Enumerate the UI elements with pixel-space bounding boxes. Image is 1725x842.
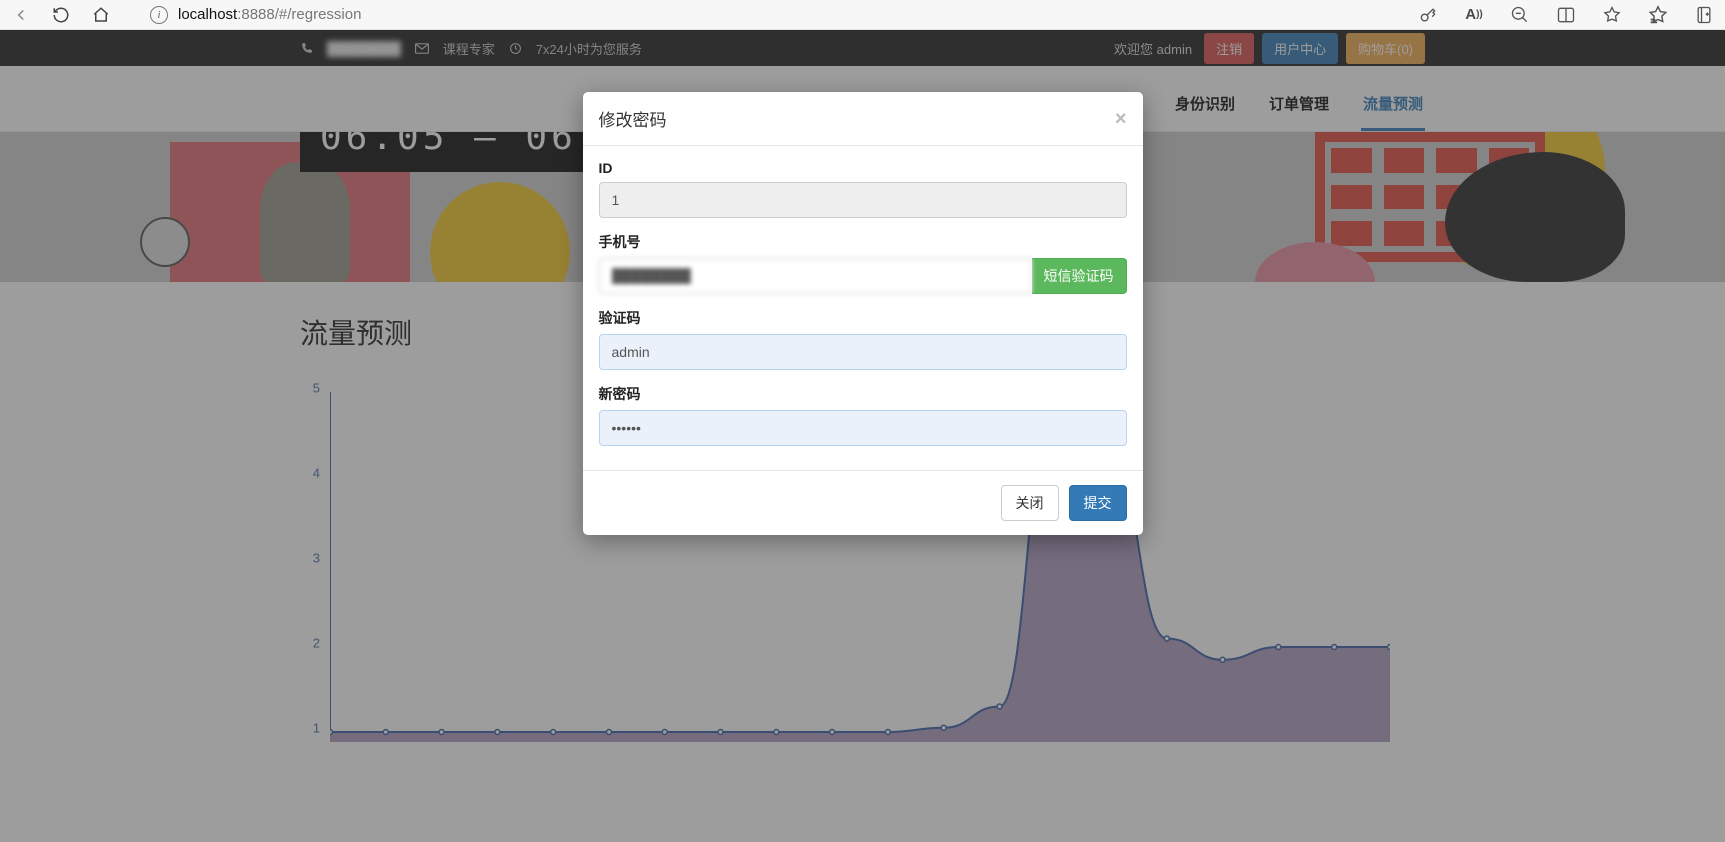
home-button[interactable] (90, 4, 112, 26)
change-password-modal: 修改密码 × ID 手机号 短信验证码 验证码 新密码 (583, 92, 1143, 535)
new-password-field[interactable] (599, 410, 1127, 446)
id-field (599, 182, 1127, 218)
key-icon[interactable] (1417, 4, 1439, 26)
favorite-icon[interactable] (1601, 4, 1623, 26)
close-button[interactable]: 关闭 (1001, 485, 1059, 521)
browser-right-icons: A)) (1417, 4, 1715, 26)
sms-code-button[interactable]: 短信验证码 (1032, 258, 1127, 294)
submit-button[interactable]: 提交 (1069, 485, 1127, 521)
browser-toolbar: i localhost:8888/#/regression A)) (0, 0, 1725, 30)
phone-label: 手机号 (599, 232, 1127, 252)
site-info-icon[interactable]: i (150, 6, 168, 24)
new-password-label: 新密码 (599, 384, 1127, 404)
collections-icon[interactable] (1693, 4, 1715, 26)
modal-header: 修改密码 × (583, 92, 1143, 146)
id-label: ID (599, 160, 1127, 176)
favorites-list-icon[interactable] (1647, 4, 1669, 26)
zoom-out-icon[interactable] (1509, 4, 1531, 26)
url-text: localhost:8888/#/regression (178, 6, 361, 23)
modal-title: 修改密码 (599, 106, 667, 131)
phone-field[interactable] (599, 258, 1032, 294)
split-icon[interactable] (1555, 4, 1577, 26)
address-bar[interactable]: i localhost:8888/#/regression (150, 6, 361, 24)
back-button[interactable] (10, 4, 32, 26)
code-label: 验证码 (599, 308, 1127, 328)
read-aloud-icon[interactable]: A)) (1463, 4, 1485, 26)
code-field[interactable] (599, 334, 1127, 370)
refresh-button[interactable] (50, 4, 72, 26)
close-icon[interactable]: × (1115, 109, 1127, 129)
